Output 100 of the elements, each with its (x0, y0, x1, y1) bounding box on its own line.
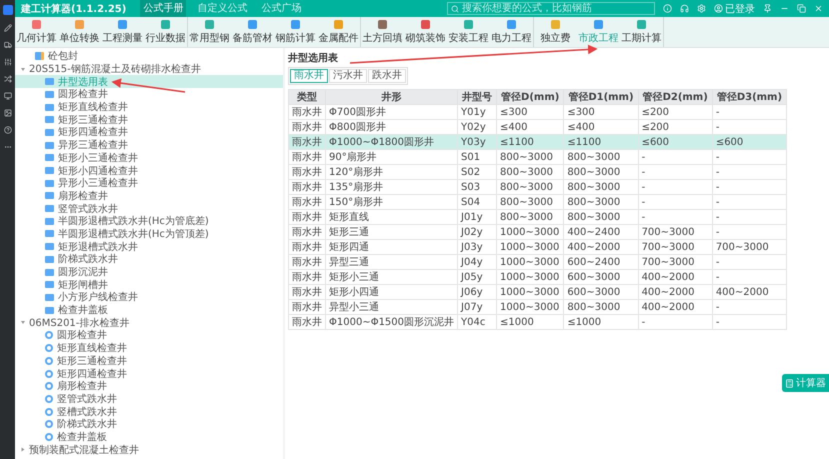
toolbar-button[interactable]: 安装工程 (447, 17, 490, 47)
toolbar-button[interactable]: 金属配件 (317, 17, 360, 47)
tree-item[interactable]: 砼包封 (15, 50, 283, 63)
toolbar-button[interactable]: 几何计算 (15, 17, 58, 47)
table-row[interactable]: 雨水井 Φ1000~Φ1500圆形沉泥井 Y04c ≤1000 ≤1000 - - (288, 314, 787, 330)
tree-item[interactable]: 竖管式跌水井 (15, 202, 283, 215)
toolbar-button[interactable]: 土方回填 (361, 17, 404, 47)
tree-item[interactable]: 异形三通检查井 (15, 138, 283, 152)
table-row[interactable]: 雨水井 Φ1000~Φ1800圆形井 Y03y ≤1100 ≤1100 ≤600 ≤600 (288, 134, 787, 150)
table-row[interactable]: 雨水井 异型小三通 J07y 1000~3000 800~3000 400~2000 - (288, 300, 787, 314)
table-row[interactable]: 雨水井 Φ700圆形井 Y01y ≤300 ≤300 ≤200 - (288, 104, 787, 120)
tree-item[interactable]: 阶梯式跌水井 (15, 418, 283, 431)
tree-item[interactable]: 矩形退槽式跌水井 (15, 240, 283, 253)
image-icon[interactable] (4, 109, 12, 117)
monitor-icon[interactable] (4, 92, 12, 100)
help-icon[interactable] (4, 126, 12, 134)
tree-item[interactable]: 矩形小三通检查井 (15, 152, 283, 164)
table-row[interactable]: 雨水井 90°扇形井 S01 800~3000 800~3000 - - (288, 150, 787, 164)
tree-item[interactable]: 半圆形退槽式跌水井(Hc为管底差) (15, 214, 283, 228)
table-cell: 雨水井 (288, 314, 326, 330)
settings-icon[interactable] (697, 4, 706, 13)
tree-item[interactable]: 圆形检查井 (15, 88, 283, 101)
truck-icon[interactable] (4, 41, 12, 49)
circle-icon (45, 370, 53, 378)
table-row[interactable]: 雨水井 矩形小三通 J05y 1000~3000 600~3000 400~2000 - (288, 270, 787, 284)
table-row[interactable]: 雨水井 Φ800圆形井 Y02y ≤400 ≤400 ≤200 - (288, 120, 787, 134)
tree-item[interactable]: 扇形检查井 (15, 380, 283, 393)
toolbar-button[interactable]: 工期计算 (620, 17, 663, 47)
tool-icon (636, 19, 647, 30)
tree-item[interactable]: 矩形闸槽井 (15, 278, 283, 292)
tool-icon (31, 19, 42, 30)
restore-icon[interactable] (797, 4, 806, 13)
app-icon[interactable] (2, 5, 12, 15)
tree-item[interactable]: 矩形三通检查井 (15, 354, 283, 368)
tab[interactable]: 污水井 (329, 69, 367, 83)
circle-icon (45, 420, 53, 428)
toolbar-button[interactable]: 钢筋计算 (274, 17, 317, 47)
tree-item[interactable]: 圆形检查井 (15, 329, 283, 342)
tree-item[interactable]: 检查井盖板 (15, 304, 283, 316)
tree-group[interactable]: 预制装配式混凝土检查井 (15, 443, 283, 456)
toolbar-button[interactable]: 工程测量 (101, 17, 144, 47)
tree-item[interactable]: 扇形检查井 (15, 190, 283, 202)
user-icon (714, 4, 723, 13)
tool-icon (593, 19, 604, 30)
toolbar-button[interactable]: 单位转换 (58, 17, 101, 47)
pencil-icon[interactable] (4, 24, 12, 32)
circle-icon (45, 356, 53, 365)
tree-item[interactable]: 圆形沉泥井 (15, 266, 283, 278)
panel-title: 井型选用表 (288, 52, 338, 65)
close-icon[interactable] (814, 4, 823, 13)
tree-item[interactable]: 矩形直线检查井 (15, 342, 283, 354)
circle-icon (45, 432, 53, 441)
tool-icon (333, 19, 344, 30)
info-icon[interactable] (663, 4, 672, 13)
toolbar-button[interactable]: 行业数据 (144, 17, 187, 47)
circle-icon (45, 394, 53, 403)
sliders-icon[interactable] (4, 58, 12, 66)
toolbar-button[interactable]: 电力工程 (490, 17, 533, 47)
nav-tab[interactable]: 公式手册 (140, 0, 186, 17)
tree-item[interactable]: 竖槽式跌水井 (15, 405, 283, 418)
tree-item[interactable]: 半圆形退槽式跌水井(Hc为管顶差) (15, 228, 283, 240)
tree-item[interactable]: 异形小三通检查井 (15, 176, 283, 190)
table-row[interactable]: 雨水井 150°扇形井 S04 800~3000 800~3000 - - (288, 194, 787, 210)
tree-item[interactable]: 矩形四通检查井 (15, 367, 283, 380)
table-row[interactable]: 雨水井 矩形直线 J01y 800~3000 800~3000 - - (288, 210, 787, 224)
table-row[interactable]: 雨水井 矩形小四通 J06y 1000~3000 600~3000 400~2000 400~2000 (288, 284, 787, 300)
toolbar-button[interactable]: 砌筑装饰 (404, 17, 447, 47)
column-header: 管径D2(mm) (638, 90, 712, 104)
table-row[interactable]: 雨水井 矩形三通 J02y 1000~3000 400~2400 700~3000 - (288, 224, 787, 240)
toolbar-button[interactable]: 备筋管材 (231, 17, 274, 47)
toolbar-button[interactable]: 独立费 (534, 17, 577, 47)
tool-icon (290, 19, 301, 30)
tool-icon (117, 19, 128, 30)
tree-item[interactable]: 矩形直线检查井 (15, 100, 283, 114)
shuffle-icon[interactable] (4, 75, 12, 83)
tree-item[interactable]: 竖管式跌水井 (15, 392, 283, 406)
toolbar-button[interactable]: 常用型钢 (188, 17, 231, 47)
table-row[interactable]: 雨水井 异型三通 J04y 1000~3000 600~2400 700~3000 - (288, 254, 787, 270)
tree-item[interactable]: 矩形三通检查井 (15, 113, 283, 126)
table-cell: ≤1000 (496, 314, 564, 330)
document-icon (35, 52, 44, 60)
tool-icon (506, 19, 517, 30)
tree-item[interactable]: 小方形户线检查井 (15, 291, 283, 304)
tree-item[interactable]: 矩形小四通检查井 (15, 164, 283, 177)
tree-group[interactable]: 06MS201-排水检查井 (15, 316, 283, 330)
column-header: 类型 (288, 90, 326, 104)
tree-item[interactable]: 阶梯式跌水井 (15, 253, 283, 266)
table-cell: ≤1000 (564, 314, 638, 330)
tab[interactable]: 跌水井 (368, 69, 406, 83)
pin-icon[interactable] (763, 4, 772, 13)
tree-item[interactable]: 检查井盖板 (15, 430, 283, 444)
column-header: 管径D3(mm) (712, 90, 787, 104)
column-header: 井形 (326, 90, 458, 104)
tree-group[interactable]: 20S515-钢筋混凝土及砖砌排水检查井 (15, 62, 283, 76)
headset-icon[interactable] (680, 4, 689, 13)
table-row[interactable]: 雨水井 矩形四通 J03y 1000~3000 400~2000 700~3000 700~3000 (288, 240, 787, 254)
search-field[interactable]: 搜索你想要的公式，比如钢筋 (447, 2, 655, 15)
table-row[interactable]: 雨水井 120°扇形井 S02 800~3000 800~3000 - - (288, 164, 787, 180)
tree-item[interactable]: 矩形四通检查井 (15, 126, 283, 139)
table-row[interactable]: 雨水井 135°扇形井 S03 800~3000 800~3000 - - (288, 180, 787, 194)
